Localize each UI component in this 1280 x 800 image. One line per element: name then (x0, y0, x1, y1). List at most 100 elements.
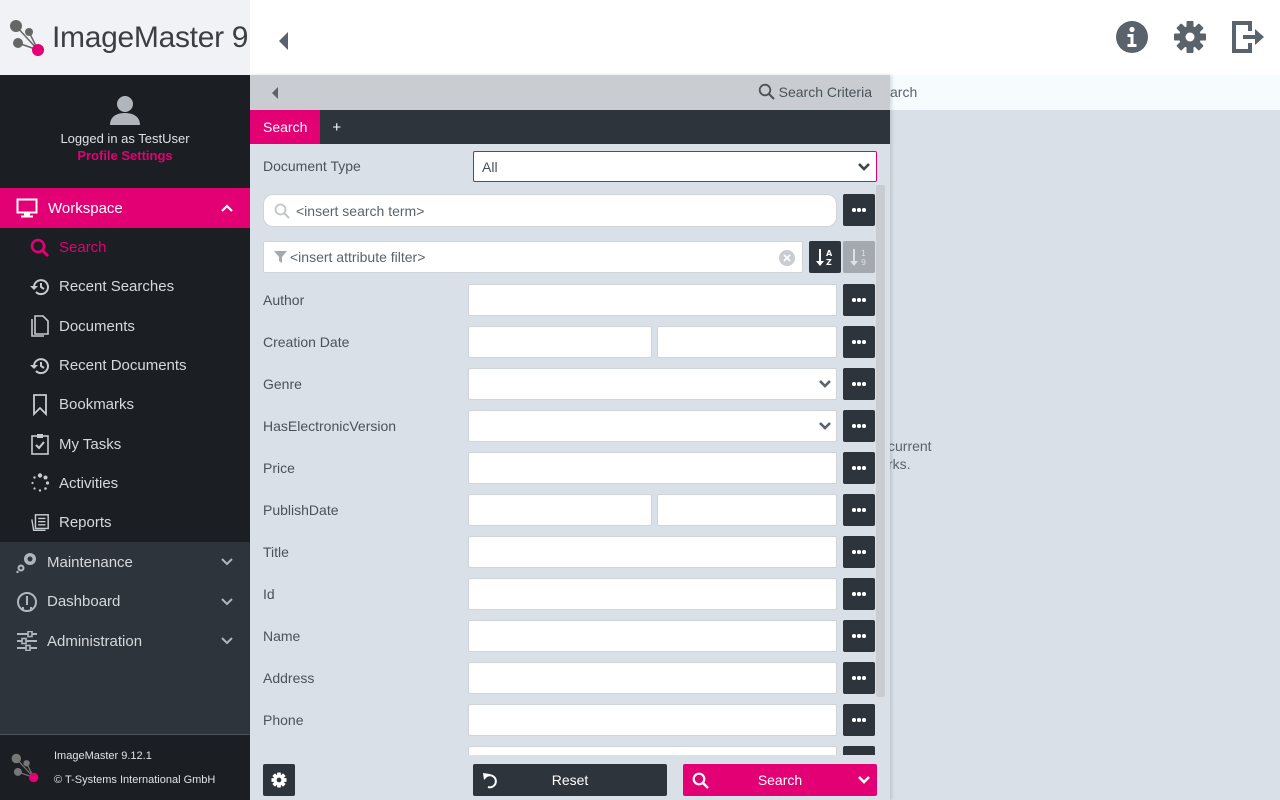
price-input[interactable] (468, 452, 837, 484)
document-type-label: Document Type (263, 158, 361, 174)
more-icon (852, 508, 866, 512)
haselectronicversion-options-button[interactable] (843, 410, 875, 442)
author-options-button[interactable] (843, 284, 875, 316)
background-search-strip: arch (890, 75, 1280, 110)
sidebar-item-recent-documents[interactable]: Recent Documents (0, 346, 250, 385)
search-term-options-button[interactable] (843, 194, 875, 226)
copyright: © T-Systems International GmbH (54, 773, 216, 786)
sidebar-item-bookmarks[interactable]: Bookmarks (0, 385, 250, 424)
sidebar-group-label: Administration (47, 632, 143, 650)
sidebar-item-documents[interactable]: Documents (0, 307, 250, 346)
sidebar-footer: ImageMaster 9.12.1 © T-Systems Internati… (0, 734, 250, 800)
field-label-haselectronicversion: HasElectronicVersion (263, 418, 397, 434)
name-options-button[interactable] (843, 620, 875, 652)
reset-label: Reset (551, 772, 589, 788)
genre-options-button[interactable] (843, 368, 875, 400)
search-criteria-toggle[interactable]: Search Criteria (758, 83, 872, 100)
publishdate-to-input[interactable] (657, 494, 837, 526)
gear-icon (271, 772, 287, 788)
tab-search[interactable]: Search (250, 110, 321, 144)
sidebar-item-search[interactable]: Search (0, 228, 250, 267)
sort-numeric-button[interactable]: 19 (843, 241, 875, 273)
filter-icon (274, 251, 287, 263)
genre-select[interactable] (468, 368, 837, 400)
creation-date-options-button[interactable] (843, 326, 875, 358)
history-icon (30, 357, 49, 374)
address-options-button[interactable] (843, 662, 875, 694)
field-options-button[interactable] (843, 746, 875, 755)
attribute-filter-input[interactable]: <insert attribute filter> (263, 241, 803, 273)
field-label-name: Name (263, 628, 301, 644)
gears-icon (16, 553, 36, 574)
search-criteria-panel: Search Criteria Search + Document Type A… (250, 75, 890, 800)
caret-left-icon (272, 87, 278, 99)
search-term-input[interactable]: <insert search term> (263, 194, 837, 227)
search-tabs: Search + (250, 110, 890, 144)
address-input[interactable] (468, 662, 837, 694)
imagemaster-logo-icon (10, 19, 44, 56)
publishdate-options-button[interactable] (843, 494, 875, 526)
title-options-button[interactable] (843, 536, 875, 568)
sidebar-group-dashboard[interactable]: Dashboard (0, 582, 250, 622)
title-input[interactable] (468, 536, 837, 568)
profile-settings-link[interactable]: Profile Settings (77, 148, 172, 163)
publishdate-from-input[interactable] (468, 494, 652, 526)
field-label-address: Address (263, 670, 315, 686)
sidebar-item-label: Recent Documents (59, 357, 187, 375)
search-icon (30, 238, 50, 257)
search-label: Search (757, 772, 803, 788)
name-input[interactable] (468, 620, 837, 652)
document-type-select[interactable]: All (473, 151, 877, 182)
chevron-down-icon[interactable] (857, 775, 871, 785)
clipboard-check-icon (31, 434, 49, 455)
sliders-icon (17, 631, 37, 652)
sort-alphabetical-button[interactable]: AZ (809, 241, 841, 273)
panel-footer: Reset Search (250, 755, 890, 800)
search-icon (758, 83, 775, 100)
sidebar-item-my-tasks[interactable]: My Tasks (0, 424, 250, 463)
more-icon (852, 676, 866, 680)
collapse-sidebar-button[interactable] (276, 28, 296, 54)
undo-icon (483, 773, 497, 789)
id-input[interactable] (468, 578, 837, 610)
document-type-value: All (482, 159, 498, 175)
sidebar-group-workspace[interactable]: Workspace (0, 188, 250, 228)
clear-filter-button[interactable] (779, 250, 795, 266)
price-options-button[interactable] (843, 452, 875, 484)
field-label-creation-date: Creation Date (263, 334, 350, 350)
form-scrollbar[interactable] (876, 185, 885, 697)
sidebar-item-activities[interactable]: Activities (0, 464, 250, 503)
sidebar-group-label: Workspace (48, 199, 123, 217)
creation-date-from-input[interactable] (468, 326, 652, 358)
collapse-panel-button[interactable] (270, 85, 282, 101)
sidebar-group-maintenance[interactable]: Maintenance (0, 542, 250, 582)
sidebar-item-reports[interactable]: Reports (0, 503, 250, 542)
info-button[interactable] (1114, 18, 1150, 56)
haselectronicversion-select[interactable] (468, 410, 837, 442)
add-tab-button[interactable]: + (320, 110, 353, 144)
reset-button[interactable]: Reset (473, 764, 667, 796)
search-settings-button[interactable] (263, 764, 295, 796)
sidebar-group-label: Maintenance (47, 553, 133, 571)
chevron-down-icon (819, 380, 831, 388)
search-button[interactable]: Search (683, 764, 877, 796)
sidebar-item-recent-searches[interactable]: Recent Searches (0, 267, 250, 306)
sidebar-item-label: Search (59, 239, 107, 257)
sidebar-group-administration[interactable]: Administration (0, 621, 250, 661)
settings-button[interactable] (1172, 18, 1208, 56)
creation-date-to-input[interactable] (657, 326, 837, 358)
chevron-down-icon (819, 422, 831, 430)
logout-button[interactable] (1230, 18, 1266, 56)
more-icon (852, 340, 866, 344)
id-options-button[interactable] (843, 578, 875, 610)
field-label-phone: Phone (263, 712, 304, 728)
sidebar-item-label: My Tasks (59, 435, 122, 453)
field-input[interactable] (468, 746, 837, 755)
monitor-icon (16, 198, 38, 218)
logo[interactable]: ImageMaster 9 (0, 0, 250, 75)
author-input[interactable] (468, 284, 837, 316)
phone-input[interactable] (468, 704, 837, 736)
logout-icon (1232, 21, 1264, 53)
background-strip-text: arch (890, 84, 918, 100)
phone-options-button[interactable] (843, 704, 875, 736)
